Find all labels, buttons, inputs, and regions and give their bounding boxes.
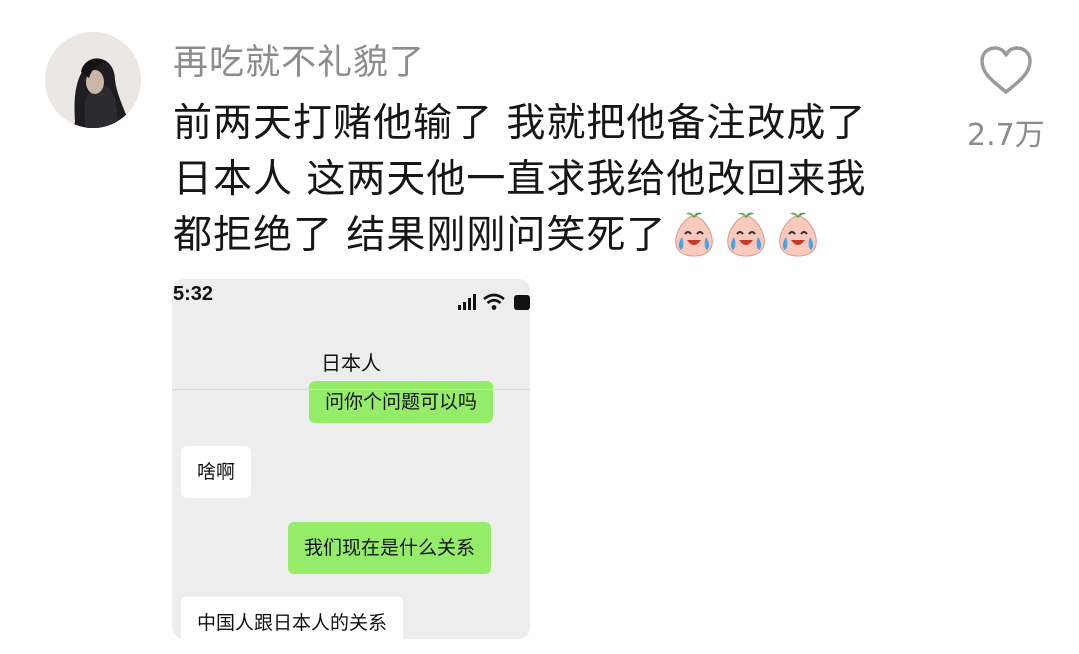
emoji-row [670,210,826,274]
signal-icon [458,294,476,310]
status-time: 5:32 [173,283,214,305]
comment-username[interactable]: 再吃就不礼貌了 [173,34,425,85]
status-bar: 5:32 [172,279,530,319]
comment-line: 日本人 这两天他一直求我给他改回来我 [173,157,867,202]
crying-laughing-peach-emoji [722,210,770,258]
comment-line-text: 都拒绝了 结果刚刚问笑死了 [173,213,667,258]
message-bubble-received: 中国人跟日本人的关系 [181,597,404,639]
message-bubble-received: 啥啊 [181,446,252,498]
crying-laughing-peach-emoji [670,210,718,258]
wifi-icon [483,293,505,310]
titlebar-divider [172,389,530,390]
message-bubble-sent: 我们现在是什么关系 [288,522,492,574]
avatar[interactable] [45,32,141,128]
comment-line: 前两天打赌他输了 我就把他备注改成了 [173,101,867,146]
avatar-image [45,32,141,128]
chat-title: 日本人 [321,351,381,375]
battery-icon [514,295,530,310]
chat-screenshot-image[interactable]: 5:32 日本人 问你个问题可以吗 啥啊 我们现在是什么关系 中国人跟日本人的关… [172,279,530,639]
comment-page: 再吃就不礼貌了 前两天打赌他输了 我就把他备注改成了 日本人 这两天他一直求我给… [0,0,1079,654]
status-icons [458,293,530,310]
heart-icon[interactable] [978,44,1034,96]
message-bubble-sent: 问你个问题可以吗 [309,381,494,423]
crying-laughing-peach-emoji [774,210,822,258]
like-count: 2.7万 [967,118,1045,153]
comment-text: 前两天打赌他输了 我就把他备注改成了 日本人 这两天他一直求我给他改回来我 都拒… [173,96,913,274]
comment-line: 都拒绝了 结果刚刚问笑死了 [173,208,913,274]
